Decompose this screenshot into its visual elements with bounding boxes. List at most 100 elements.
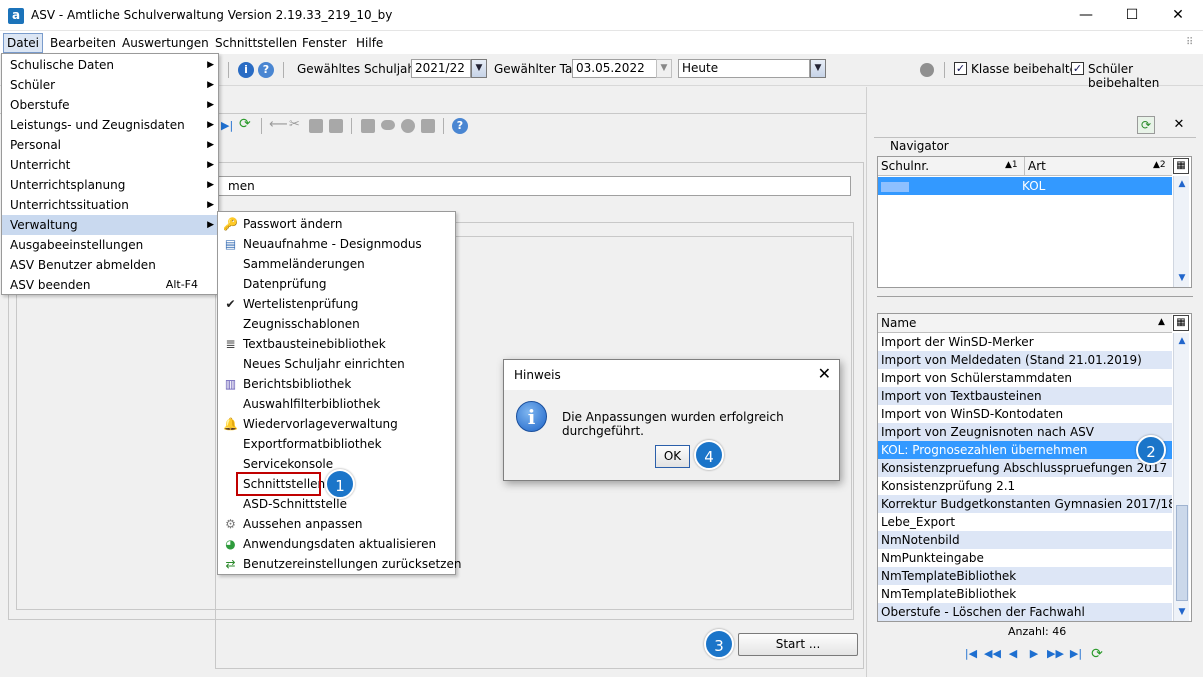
flag-icon[interactable] bbox=[421, 119, 435, 133]
verwaltung-menu-item[interactable]: ✔ Wertelistenprüfung bbox=[218, 294, 455, 314]
panel-close-icon[interactable]: ✕ bbox=[1170, 116, 1188, 134]
scroll-down-icon[interactable]: ▼ bbox=[1174, 270, 1190, 286]
refresh-icon[interactable]: ⟳ bbox=[1089, 646, 1105, 662]
list-item[interactable]: Import von Schülerstammdaten bbox=[878, 369, 1172, 387]
list-item[interactable]: Import von Meldedaten (Stand 21.01.2019) bbox=[878, 351, 1172, 369]
column-chooser-icon[interactable]: ▦ bbox=[1173, 315, 1189, 331]
minimize-button[interactable]: — bbox=[1063, 0, 1109, 31]
ok-button[interactable]: OK bbox=[655, 445, 690, 468]
menu-schnittstellen[interactable]: Schnittstellen bbox=[212, 34, 300, 52]
col-art[interactable]: Art bbox=[1024, 157, 1172, 176]
datei-menu-item[interactable]: Verwaltung ▶ bbox=[2, 215, 218, 235]
scrollbar[interactable]: ▲ ▼ bbox=[1173, 333, 1189, 621]
menu-bearbeiten[interactable]: Bearbeiten bbox=[47, 34, 119, 52]
start-button[interactable]: Start ... bbox=[738, 633, 858, 656]
verwaltung-menu-item[interactable]: 🔑 Passwort ändern bbox=[218, 214, 455, 234]
prev-icon[interactable]: ◀ bbox=[1005, 646, 1021, 662]
cut-icon[interactable]: ✂ bbox=[289, 117, 300, 132]
datei-menu-item[interactable]: Ausgabeeinstellungen bbox=[2, 235, 218, 255]
datei-menu-item[interactable]: Unterrichtssituation ▶ bbox=[2, 195, 218, 215]
lock-icon[interactable] bbox=[920, 63, 934, 77]
close-button[interactable]: ✕ bbox=[1155, 0, 1201, 31]
col-name[interactable]: Name bbox=[878, 314, 1172, 333]
copy-icon[interactable] bbox=[309, 119, 323, 133]
print-icon[interactable] bbox=[361, 119, 375, 133]
sync-icon[interactable]: ⟳ bbox=[1137, 116, 1155, 134]
datei-menu-item[interactable]: Schüler ▶ bbox=[2, 75, 218, 95]
list-item[interactable]: Import der WinSD-Merker bbox=[878, 333, 1172, 351]
name-field[interactable]: men bbox=[215, 176, 851, 196]
list-item[interactable]: Korrektur Budgetkonstanten Gymnasien 201… bbox=[878, 495, 1172, 513]
datei-menu-item[interactable]: ASV Benutzer abmelden bbox=[2, 255, 218, 275]
scroll-thumb[interactable] bbox=[1176, 505, 1188, 601]
verwaltung-menu-item[interactable]: ⇄ Benutzereinstellungen zurücksetzen bbox=[218, 554, 461, 574]
prev-page-icon[interactable]: ◀◀ bbox=[984, 646, 1001, 662]
list-item[interactable]: Konsistenzpruefung Abschlusspruefungen 2… bbox=[878, 459, 1172, 477]
datei-menu-item[interactable]: Personal ▶ bbox=[2, 135, 218, 155]
schueler-checkbox[interactable]: ✓ bbox=[1071, 62, 1084, 75]
close-icon[interactable]: ✕ bbox=[818, 364, 831, 383]
back-icon[interactable]: ⟵ bbox=[269, 117, 288, 132]
list-item[interactable]: KOL: Prognosezahlen übernehmen bbox=[878, 441, 1172, 459]
datei-menu-item[interactable]: Schulische Daten ▶ bbox=[2, 55, 218, 75]
verwaltung-menu-item[interactable]: Sammeländerungen bbox=[218, 254, 455, 274]
verwaltung-menu-item[interactable]: ⚙ Aussehen anpassen bbox=[218, 514, 455, 534]
paste-icon[interactable] bbox=[329, 119, 343, 133]
verwaltung-menu-item[interactable]: Zeugnisschablonen bbox=[218, 314, 455, 334]
chevron-down-icon[interactable]: ▼ bbox=[656, 59, 672, 78]
datei-menu-item[interactable]: Unterrichtsplanung ▶ bbox=[2, 175, 218, 195]
info-icon[interactable]: i bbox=[238, 62, 254, 78]
menu-hilfe[interactable]: Hilfe bbox=[353, 34, 386, 52]
list-item[interactable]: Lebe_Export bbox=[878, 513, 1172, 531]
datei-menu-item[interactable]: ASV beenden Alt-F4 bbox=[2, 275, 218, 295]
verwaltung-menu-item[interactable]: ▥ Berichtsbibliothek bbox=[218, 374, 455, 394]
verwaltung-menu-item[interactable]: Auswahlfilterbibliothek bbox=[218, 394, 455, 414]
verwaltung-menu-item[interactable]: ◕ Anwendungsdaten aktualisieren bbox=[218, 534, 455, 554]
next-icon[interactable]: ▶ bbox=[1026, 646, 1042, 662]
list-item[interactable]: Import von Textbausteinen bbox=[878, 387, 1172, 405]
list-item[interactable]: Oberstufe - Löschen der Fachwahl bbox=[878, 603, 1172, 621]
verwaltung-menu-item[interactable]: Exportformatbibliothek bbox=[218, 434, 455, 454]
list-item[interactable]: NmNotenbild bbox=[878, 531, 1172, 549]
col-schulnr[interactable]: Schulnr. bbox=[878, 157, 1024, 176]
chevron-down-icon[interactable]: ▼ bbox=[810, 59, 826, 78]
schuljahr-select[interactable]: 2021/22 bbox=[411, 59, 471, 78]
datei-menu-item[interactable]: Unterricht ▶ bbox=[2, 155, 218, 175]
last-icon[interactable]: ▶| bbox=[1068, 646, 1084, 662]
menu-fenster[interactable]: Fenster bbox=[299, 34, 350, 52]
refresh-icon[interactable]: ⟳ bbox=[239, 116, 251, 132]
scroll-down-icon[interactable]: ▼ bbox=[1174, 604, 1190, 620]
list-item[interactable]: NmTemplateBibliothek bbox=[878, 585, 1172, 603]
verwaltung-menu-item[interactable]: ▤ Neuaufnahme - Designmodus bbox=[218, 234, 455, 254]
list-item[interactable]: Import von Zeugnisnoten nach ASV bbox=[878, 423, 1172, 441]
scroll-up-icon[interactable]: ▲ bbox=[1174, 333, 1190, 349]
verwaltung-menu-item[interactable]: 🔔 Wiedervorlageverwaltung bbox=[218, 414, 455, 434]
list-item[interactable]: Konsistenzprüfung 2.1 bbox=[878, 477, 1172, 495]
menu-auswertungen[interactable]: Auswertungen bbox=[119, 34, 212, 52]
klasse-checkbox[interactable]: ✓ bbox=[954, 62, 967, 75]
help-icon[interactable]: ? bbox=[452, 118, 468, 134]
tag-input[interactable]: 03.05.2022 bbox=[572, 59, 658, 78]
last-icon[interactable]: ▶| bbox=[221, 119, 233, 132]
pin-icon[interactable] bbox=[401, 119, 415, 133]
list-item[interactable]: Import von WinSD-Kontodaten bbox=[878, 405, 1172, 423]
datei-menu-item[interactable]: Oberstufe ▶ bbox=[2, 95, 218, 115]
first-icon[interactable]: |◀ bbox=[963, 646, 979, 662]
list-item[interactable]: NmTemplateBibliothek bbox=[878, 567, 1172, 585]
chevron-down-icon[interactable]: ▼ bbox=[471, 59, 487, 78]
schul-row[interactable]: KOL bbox=[878, 177, 1172, 195]
scroll-up-icon[interactable]: ▲ bbox=[1174, 176, 1190, 192]
oval-icon[interactable] bbox=[381, 120, 395, 130]
column-chooser-icon[interactable]: ▦ bbox=[1173, 158, 1189, 174]
menu-datei[interactable]: Datei bbox=[3, 33, 44, 53]
datei-menu-item[interactable]: Leistungs- und Zeugnisdaten ▶ bbox=[2, 115, 218, 135]
verwaltung-menu-item[interactable]: Datenprüfung bbox=[218, 274, 455, 294]
verwaltung-menu-item[interactable]: ≣ Textbausteinebibliothek bbox=[218, 334, 455, 354]
scrollbar[interactable]: ▲ ▼ bbox=[1173, 176, 1189, 287]
list-item[interactable]: NmPunkteingabe bbox=[878, 549, 1172, 567]
maximize-button[interactable]: ☐ bbox=[1109, 0, 1155, 31]
verwaltung-menu-item[interactable]: Neues Schuljahr einrichten bbox=[218, 354, 455, 374]
splitter[interactable] bbox=[877, 296, 1193, 297]
next-page-icon[interactable]: ▶▶ bbox=[1047, 646, 1064, 662]
help-icon[interactable]: ? bbox=[258, 62, 274, 78]
